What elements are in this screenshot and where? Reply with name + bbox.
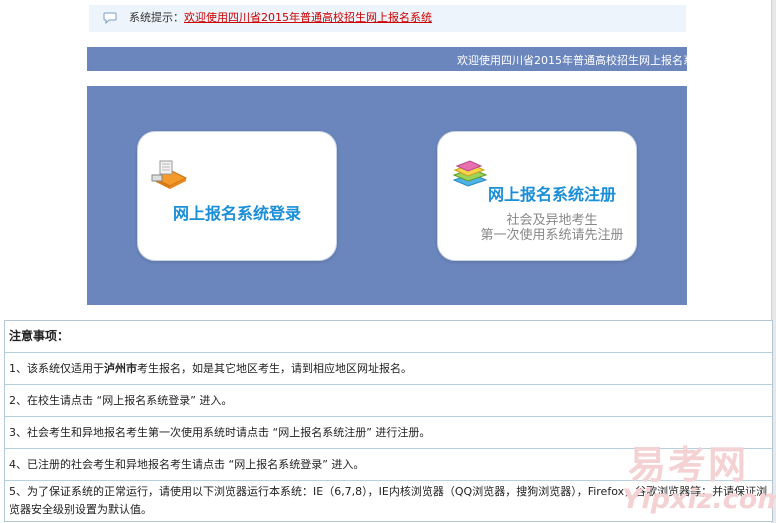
note-item-1: 1、该系统仅适用于泸州市考生报名，如是其它地区考生，请到相应地区网址报名。 [5,353,772,385]
scrolling-marquee: 欢迎使用四川省2015年普通高校招生网上报名系统 [87,47,687,71]
register-title: 网上报名系统注册 [487,185,616,204]
login-button[interactable]: 网上报名系统登录 [137,131,337,261]
notice-link[interactable]: 欢迎使用四川省2015年普通高校招生网上报名系统 [184,11,432,24]
login-title: 网上报名系统登录 [172,204,301,223]
note-item-4: 4、已注册的社会考生和异地报名考生请点击 “网上报名系统登录” 进入。 [5,449,772,481]
register-button[interactable]: 网上报名系统注册 社会及异地考生 第一次使用系统请先注册 [437,131,637,261]
register-subtitle-2: 第一次使用系统请先注册 [480,228,624,243]
note-1-post: 考生报名，如是其它地区考生，请到相应地区网址报名。 [137,362,412,375]
note-item-5: 5、为了保证系统的正常运行，请使用以下浏览器运行本系统：IE（6,7,8），IE… [9,485,768,516]
note-item-2: 2、在校生请点击 “网上报名系统登录” 进入。 [5,385,772,417]
marquee-text: 欢迎使用四川省2015年普通高校招生网上报名系统 [457,54,687,67]
notice-prefix: 系统提示： [129,11,184,24]
note-item-3: 3、社会考生和异地报名考生第一次使用系统时请点击 “网上报名系统注册” 进行注册… [5,417,772,449]
system-notice-bar: 系统提示：欢迎使用四川省2015年普通高校招生网上报名系统 [89,5,686,32]
computer-folder-icon [151,160,188,189]
speech-bubble-icon [103,12,117,24]
note-1-city: 泸州市 [104,362,137,375]
entry-panel: 网上报名系统登录 网上报名系统注册 社会及异地考生 第一次使用系统请先注册 [87,86,687,305]
notes-table: 注意事项： 1、该系统仅适用于泸州市考生报名，如是其它地区考生，请到相应地区网址… [4,320,773,522]
register-subtitle-1: 社会及异地考生 [506,213,598,228]
note-1-pre: 1、该系统仅适用于 [9,362,104,375]
notes-heading: 注意事项： [5,321,772,353]
